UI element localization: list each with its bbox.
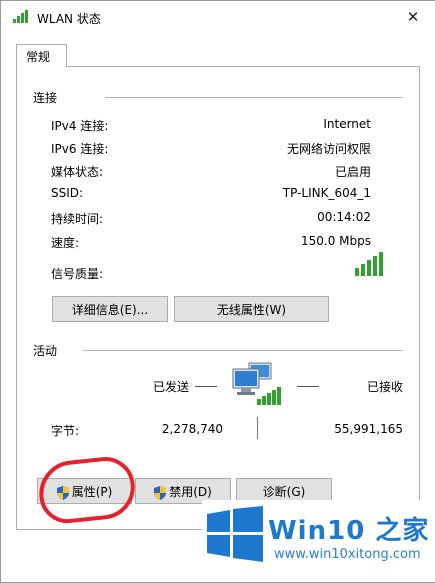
sent-label: 已发送: [153, 380, 190, 394]
media-state-value: 已启用: [334, 165, 371, 179]
tab-general-label: 常规: [26, 50, 51, 64]
ssid-value: TP-LINK_604_1: [282, 186, 371, 200]
bytes-received-value: 55,991,165: [334, 422, 403, 436]
disable-button-label: 禁用(D): [169, 485, 212, 499]
ipv4-value: Internet: [323, 117, 371, 131]
ipv6-label: IPv6 连接:: [51, 142, 109, 156]
uac-shield-icon: [154, 485, 167, 500]
speed-label: 速度:: [51, 236, 80, 250]
window-title: WLAN 状态: [37, 12, 101, 26]
ipv6-value: 无网络访问权限: [286, 142, 371, 156]
media-state-label: 媒体状态:: [51, 165, 104, 179]
activity-section-title: 活动: [33, 344, 58, 358]
watermark-title: Win10 之家: [268, 516, 430, 546]
wireless-properties-button[interactable]: 无线属性(W): [174, 296, 329, 322]
signal-quality-icon: [355, 252, 383, 276]
ssid-label: SSID:: [51, 186, 84, 200]
activity-divider: [83, 350, 403, 351]
windows-logo-icon: [207, 506, 263, 562]
watermark-logo: Win10 之家 www.win10xitong.com: [202, 500, 435, 582]
wifi-signal-icon: [13, 10, 28, 23]
duration-label: 持续时间:: [51, 212, 104, 226]
title-bar[interactable]: WLAN 状态 ✕: [1, 1, 435, 35]
bytes-label: 字节:: [51, 424, 80, 438]
ipv4-label: IPv4 连接:: [51, 119, 109, 133]
connection-divider: [105, 97, 403, 98]
received-label: 已接收: [366, 380, 403, 394]
close-icon[interactable]: ✕: [403, 7, 423, 27]
network-computers-icon: [232, 362, 281, 405]
speed-value: 150.0 Mbps: [300, 234, 371, 248]
bytes-separator: [257, 417, 258, 439]
duration-value: 00:14:02: [317, 210, 371, 224]
received-line: [297, 386, 319, 387]
connection-section-title: 连接: [33, 91, 58, 105]
tab-general[interactable]: 常规: [16, 44, 67, 67]
details-button[interactable]: 详细信息(E)...: [52, 296, 168, 322]
watermark-url: www.win10xitong.com: [274, 547, 421, 562]
bytes-sent-value: 2,278,740: [161, 422, 223, 436]
wlan-status-window: WLAN 状态 ✕ 常规 连接 IPv4 连接: Internet IPv6 连…: [0, 0, 435, 583]
sent-line: [195, 386, 217, 387]
signal-quality-label: 信号质量:: [51, 267, 104, 281]
